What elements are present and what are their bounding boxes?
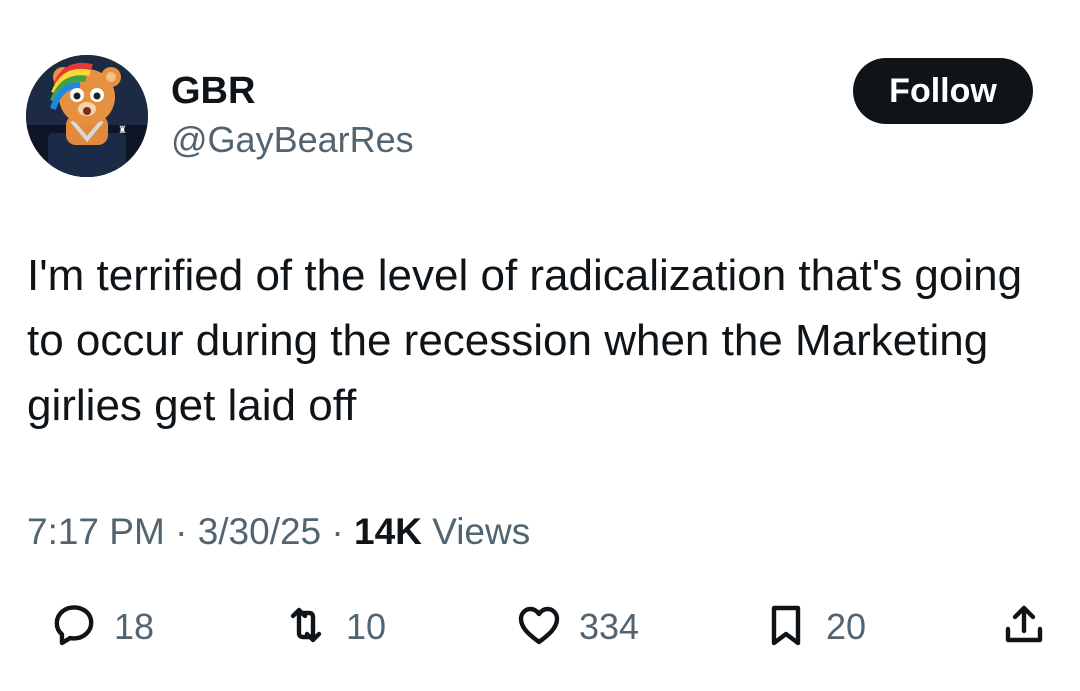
reply-count: 18 (114, 606, 155, 647)
retweet-icon (282, 601, 330, 654)
share-icon (1000, 601, 1048, 654)
retweet-button[interactable]: 10 (282, 596, 386, 658)
avatar[interactable]: ♜ (26, 55, 148, 177)
tweet-time[interactable]: 7:17 PM (27, 511, 165, 552)
tweet-text: I'm terrified of the level of radicaliza… (27, 251, 1023, 430)
retweet-count: 10 (346, 606, 387, 647)
heart-icon (515, 601, 563, 654)
like-button[interactable]: 334 (515, 596, 639, 658)
author-display-name[interactable]: GBR (171, 67, 255, 115)
views-label: Views (432, 511, 531, 552)
svg-text:♜: ♜ (118, 125, 127, 136)
meta-separator: · (331, 511, 344, 552)
bookmark-icon (762, 601, 810, 654)
reply-button[interactable]: 18 (50, 596, 154, 658)
like-count: 334 (579, 606, 640, 647)
bear-avatar-image: ♜ (26, 55, 148, 177)
reply-icon (50, 601, 98, 654)
bookmark-button[interactable]: 20 (762, 596, 866, 658)
follow-button[interactable]: Follow (853, 58, 1033, 124)
action-bar: 18 10 334 20 (0, 596, 1080, 658)
tweet-date[interactable]: 3/30/25 (198, 511, 321, 552)
share-button[interactable] (1000, 596, 1048, 658)
tweet-meta: 7:17 PM · 3/30/25 · 14K Views (27, 508, 530, 556)
views-count: 14K (354, 511, 422, 552)
meta-separator: · (175, 511, 188, 552)
author-handle[interactable]: @GayBearRes (171, 118, 414, 162)
bookmark-count: 20 (826, 606, 867, 647)
